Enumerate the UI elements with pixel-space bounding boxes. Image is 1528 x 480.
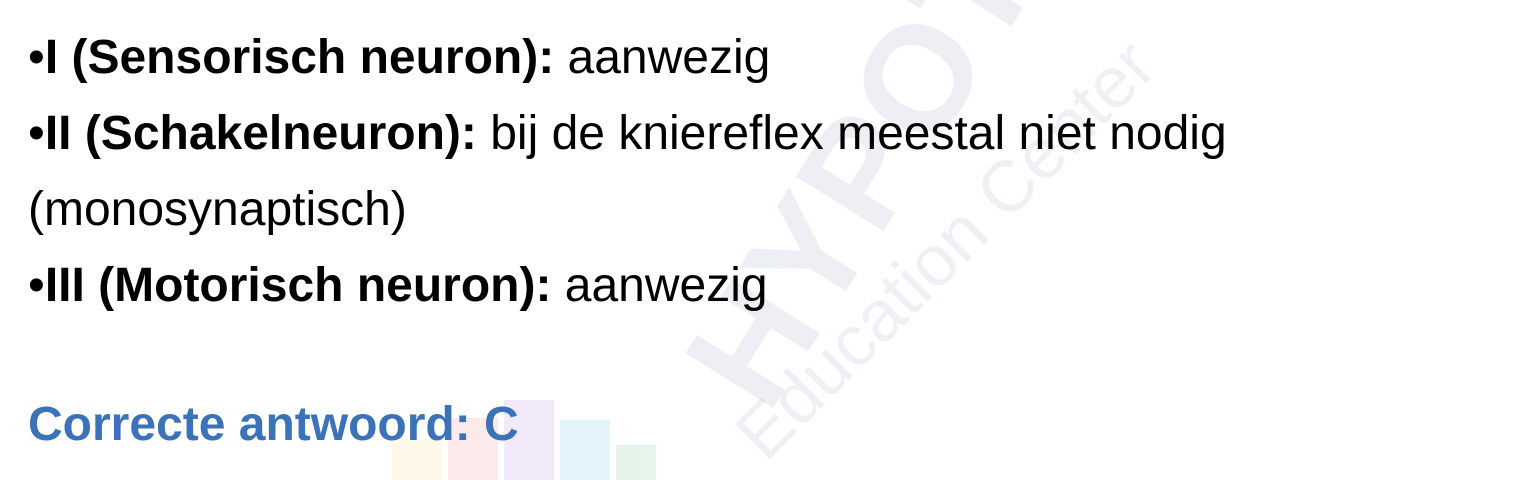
item-text: aanwezig xyxy=(554,31,771,84)
item-text: aanwezig xyxy=(551,259,768,312)
list-item: •I (Sensorisch neuron): aanwezig xyxy=(28,20,1498,96)
content-list: •I (Sensorisch neuron): aanwezig •II (Sc… xyxy=(28,20,1498,324)
list-item: •III (Motorisch neuron): aanwezig xyxy=(28,248,1498,324)
bullet: • xyxy=(28,259,45,312)
item-label: III (Motorisch neuron): xyxy=(44,259,552,312)
item-text: (monosynaptisch) xyxy=(28,183,407,236)
item-text: bij de kniereflex meestal niet nodig xyxy=(476,107,1227,160)
item-label: I (Sensorisch neuron): xyxy=(44,31,555,84)
list-item: •II (Schakelneuron): bij de kniereflex m… xyxy=(28,96,1498,172)
item-label: II (Schakelneuron): xyxy=(44,107,477,160)
bullet: • xyxy=(28,107,45,160)
correct-answer: Correcte antwoord: C xyxy=(28,398,519,451)
list-item-continuation: (monosynaptisch) xyxy=(28,172,1498,248)
bullet: • xyxy=(28,31,45,84)
